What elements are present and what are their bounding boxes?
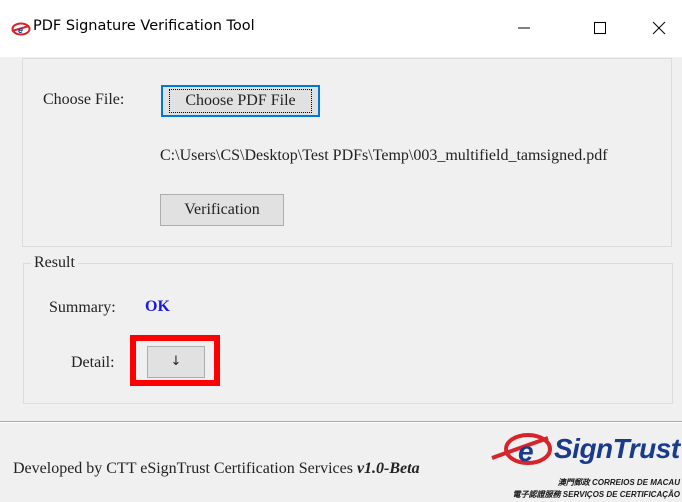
minimize-button[interactable]	[501, 8, 547, 48]
maximize-icon	[594, 22, 606, 34]
choose-file-label: Choose File:	[43, 91, 125, 108]
detail-label: Detail:	[71, 354, 115, 371]
esigntrust-app-icon: e	[11, 22, 31, 36]
close-button[interactable]	[636, 8, 682, 48]
logo-name: SignTrust	[554, 433, 680, 464]
footer-divider	[0, 421, 682, 423]
minimize-icon	[518, 27, 530, 29]
esigntrust-logo-icon: e	[491, 433, 552, 466]
result-group-label: Result	[31, 254, 78, 272]
verification-button[interactable]: Verification	[160, 194, 284, 226]
developer-text: Developed by CTT eSignTrust Certificatio…	[13, 460, 353, 477]
close-icon	[652, 21, 666, 35]
result-group	[23, 263, 673, 404]
footer-text: Developed by CTT eSignTrust Certificatio…	[13, 460, 420, 478]
maximize-button[interactable]	[577, 8, 623, 48]
window-title: PDF Signature Verification Tool	[33, 18, 255, 34]
file-path-text: C:\Users\CS\Desktop\Test PDFs\Temp\003_m…	[160, 147, 608, 164]
svg-text:e: e	[518, 436, 534, 466]
version-text: v1.0-Beta	[356, 460, 420, 477]
summary-value: OK	[145, 298, 170, 315]
esigntrust-logo: e SignTrust 澳門郵政 CORREIOS DE MACAU 電子認證服…	[490, 430, 682, 502]
choose-pdf-file-button-label: Choose PDF File	[169, 89, 312, 113]
choose-pdf-file-button[interactable]: Choose PDF File	[161, 85, 320, 117]
logo-subtitle-1: 澳門郵政 CORREIOS DE MACAU	[557, 478, 680, 487]
summary-label: Summary:	[49, 299, 116, 316]
highlight-box	[130, 335, 220, 386]
svg-text:e: e	[18, 25, 23, 35]
logo-subtitle-2: 電子認證服務 SERVIÇOS DE CERTIFICAÇÃO	[512, 490, 680, 499]
title-bar: e PDF Signature Verification Tool	[0, 0, 682, 57]
